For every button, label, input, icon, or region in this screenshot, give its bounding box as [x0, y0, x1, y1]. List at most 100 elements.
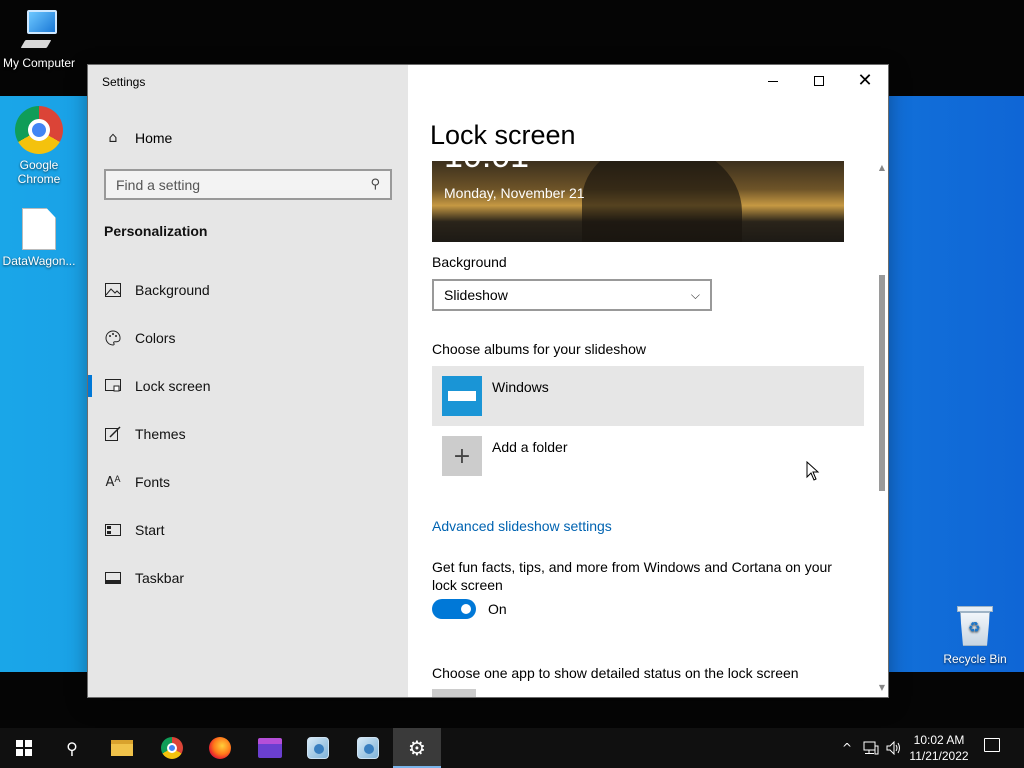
tray-network[interactable]: [860, 728, 882, 768]
nav-item-label: Lock screen: [135, 378, 211, 394]
background-dropdown-value: Slideshow: [444, 287, 508, 303]
album-item-windows[interactable]: Windows: [432, 366, 864, 426]
nav-item-taskbar[interactable]: Taskbar: [88, 554, 408, 602]
close-button[interactable]: ✕: [842, 65, 888, 97]
palette-icon: [104, 330, 122, 346]
search-input[interactable]: Find a setting ⚲: [104, 169, 392, 200]
add-folder-label: Add a folder: [492, 439, 568, 455]
recycle-bin-icon: ♻: [957, 604, 993, 648]
page-title: Lock screen: [430, 120, 576, 150]
nav-item-label: Start: [135, 522, 165, 538]
search-placeholder: Find a setting: [116, 176, 201, 193]
plus-icon: +: [442, 436, 482, 476]
nav-item-label: Fonts: [135, 474, 171, 490]
nav-item-colors[interactable]: Colors: [88, 314, 408, 362]
maximize-button[interactable]: [796, 65, 842, 97]
taskbar-clock[interactable]: 10:02 AM 11/21/2022: [900, 732, 978, 764]
settings-window: Settings ⌂ Home Find a setting ⚲ Persona…: [88, 65, 888, 697]
desktop-icon-datawagon[interactable]: DataWagon...: [0, 208, 78, 268]
navigation-pane: Settings ⌂ Home Find a setting ⚲ Persona…: [88, 65, 408, 697]
lock-screen-icon: [104, 379, 122, 393]
taskbar-tool-app-1[interactable]: [294, 728, 342, 768]
chevron-down-icon: ⌵: [690, 287, 700, 302]
background-label: Background: [432, 254, 507, 270]
nav-item-themes[interactable]: Themes: [88, 410, 408, 458]
fun-facts-text: Get fun facts, tips, and more from Windo…: [432, 559, 832, 593]
add-folder-button[interactable]: + Add a folder: [432, 426, 864, 486]
nav-list: Background Colors Lock screen Themes A A…: [88, 266, 408, 602]
albums-label: Choose albums for your slideshow: [432, 341, 646, 357]
nav-item-label: Themes: [135, 426, 186, 442]
firefox-icon: [209, 737, 231, 759]
minimize-button[interactable]: [750, 65, 796, 97]
computer-icon: [17, 8, 61, 52]
scroll-up-icon[interactable]: ▲: [877, 163, 887, 173]
nav-home-label: Home: [135, 130, 173, 146]
minimize-icon: [768, 80, 778, 82]
chevron-up-icon: ^: [841, 741, 853, 755]
search-icon: ⚲: [66, 738, 78, 758]
folder-icon: [111, 740, 133, 756]
taskbar-media-app[interactable]: [246, 728, 294, 768]
taskbar-chrome[interactable]: [148, 728, 196, 768]
scroll-down-icon[interactable]: ▼: [877, 683, 887, 693]
home-icon: ⌂: [108, 130, 118, 146]
desktop-icon-label: My Computer: [2, 56, 76, 70]
advanced-slideshow-link[interactable]: Advanced slideshow settings: [432, 518, 612, 534]
content-pane: ✕ Lock screen 10:01 Monday, November 21 …: [408, 65, 888, 697]
section-title: Personalization: [104, 223, 208, 239]
nav-item-label: Background: [135, 282, 210, 298]
fun-facts-toggle[interactable]: [432, 599, 476, 619]
windows-logo-icon: [16, 740, 32, 756]
tray-overflow-button[interactable]: ^: [838, 728, 856, 768]
taskbar-firefox[interactable]: [196, 728, 244, 768]
desktop-icon-google-chrome[interactable]: Google Chrome: [0, 106, 78, 186]
detailed-status-label: Choose one app to show detailed status o…: [432, 665, 799, 681]
album-name: Windows: [492, 379, 549, 395]
taskbar-search-button[interactable]: ⚲: [48, 728, 96, 768]
taskbar-file-explorer[interactable]: [98, 728, 146, 768]
chrome-icon: [161, 737, 183, 759]
desktop-icon-my-computer[interactable]: My Computer: [0, 8, 78, 70]
close-icon: ✕: [857, 70, 873, 91]
detailed-status-app-button[interactable]: [432, 689, 476, 697]
maximize-icon: [814, 76, 824, 86]
lock-screen-preview: 10:01 Monday, November 21: [432, 161, 844, 242]
desktop-icon-label: Recycle Bin: [943, 652, 1007, 666]
desktop-icon-recycle-bin[interactable]: ♻ Recycle Bin: [936, 604, 1014, 666]
content-scroll-area: 10:01 Monday, November 21 Background Sli…: [408, 161, 888, 697]
clock-time: 10:02 AM: [913, 733, 965, 747]
app-tool-icon: [357, 737, 379, 759]
network-icon: [863, 741, 879, 755]
nav-item-label: Taskbar: [135, 570, 185, 586]
preview-time: 10:01: [444, 161, 529, 176]
gear-icon: ⚙: [408, 736, 426, 760]
font-icon: AA: [105, 474, 121, 490]
search-icon: ⚲: [370, 177, 380, 192]
desktop-icon-label: Google Chrome: [17, 158, 61, 186]
app-tool-icon: [307, 737, 329, 759]
start-button[interactable]: [0, 728, 48, 768]
start-layout-icon: [104, 524, 122, 536]
clapperboard-icon: [258, 738, 282, 758]
preview-date: Monday, November 21: [444, 185, 585, 201]
nav-item-fonts[interactable]: AA Fonts: [88, 458, 408, 506]
album-thumbnail: [442, 376, 482, 416]
mouse-cursor-icon: [806, 461, 820, 481]
nav-item-start[interactable]: Start: [88, 506, 408, 554]
taskbar-settings[interactable]: ⚙: [393, 728, 441, 768]
scroll-thumb[interactable]: [879, 275, 885, 491]
taskbar-icon: [104, 572, 122, 584]
content-scrollbar[interactable]: ▲ ▼: [877, 161, 887, 697]
nav-item-lock-screen[interactable]: Lock screen: [88, 362, 408, 410]
fun-facts-toggle-state: On: [488, 601, 507, 617]
desktop-icon-label: DataWagon...: [2, 254, 76, 268]
nav-home[interactable]: ⌂ Home: [104, 127, 173, 149]
background-dropdown[interactable]: Slideshow ⌵: [432, 279, 712, 311]
taskbar: ⚲ ⚙ ^ 10:02 AM 11/21/2022: [0, 728, 1024, 768]
chrome-icon: [15, 106, 63, 154]
nav-item-background[interactable]: Background: [88, 266, 408, 314]
taskbar-tool-app-2[interactable]: [344, 728, 392, 768]
file-icon: [22, 208, 56, 250]
notification-icon[interactable]: [984, 738, 1000, 752]
